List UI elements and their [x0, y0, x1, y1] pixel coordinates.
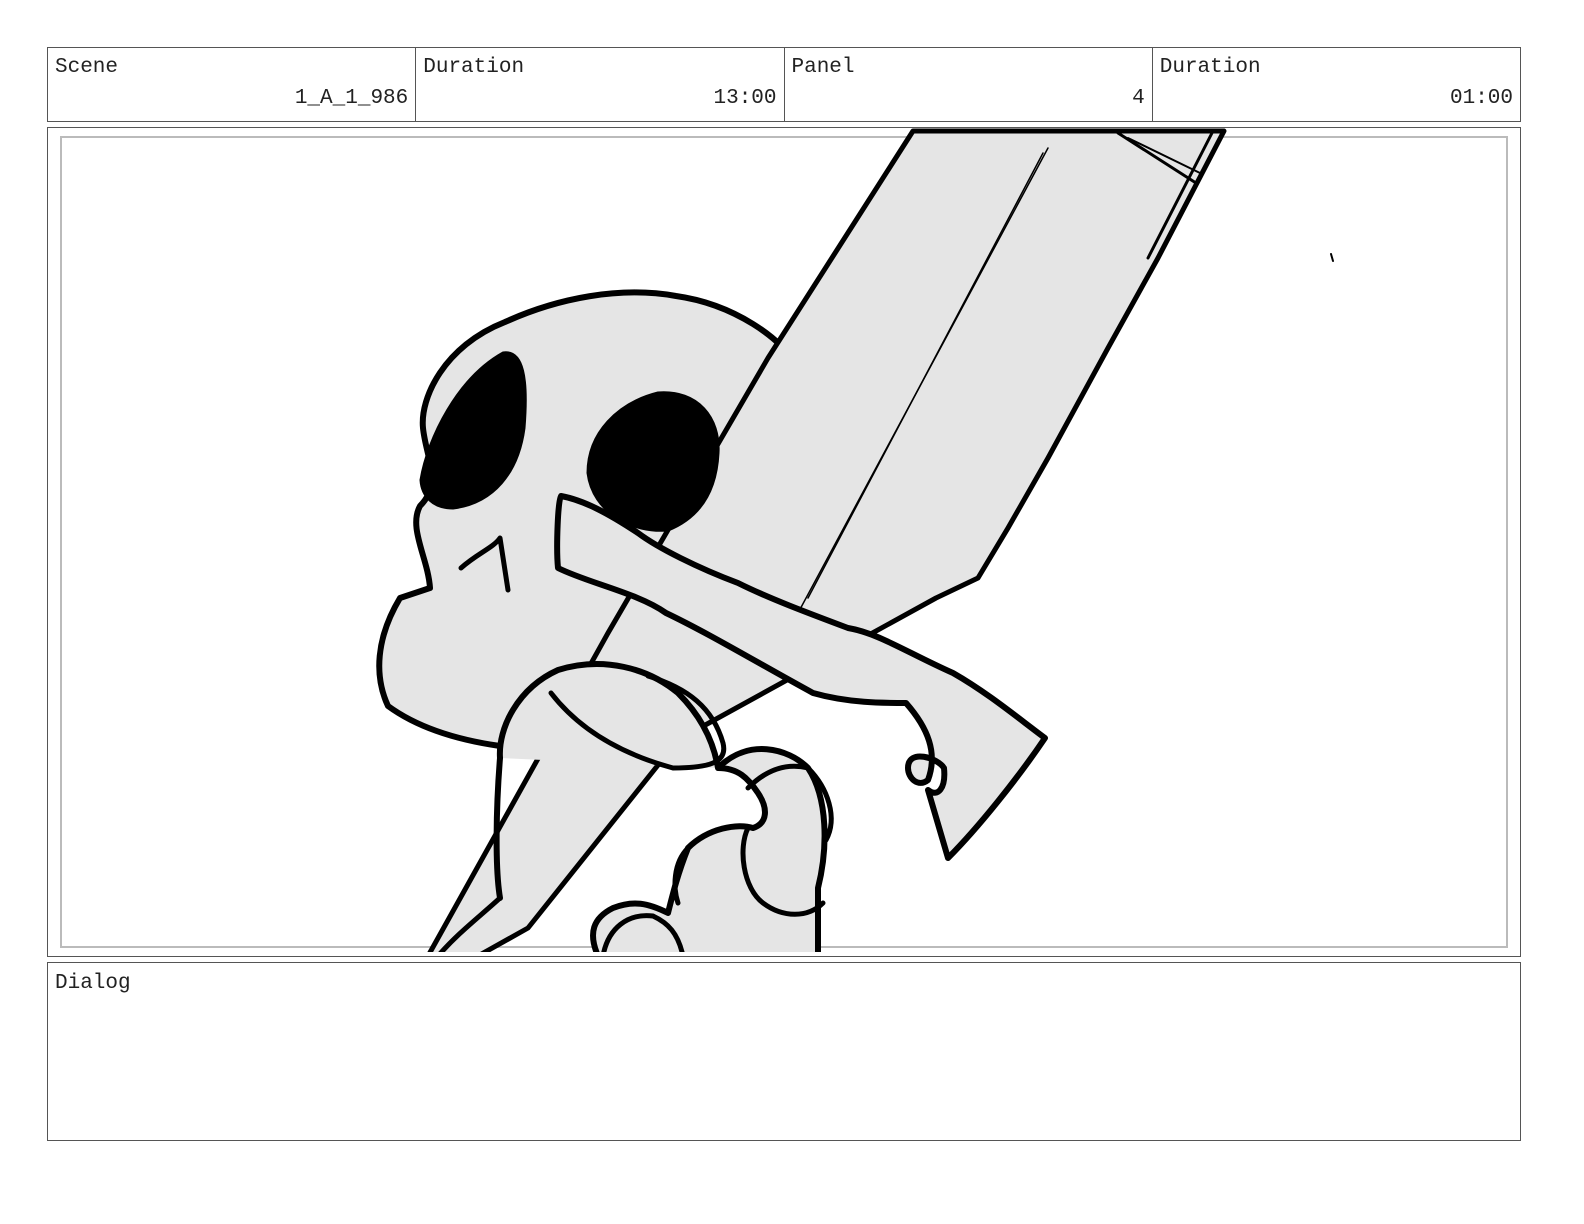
scene-value: 1_A_1_986 [294, 87, 409, 110]
scene-label: Scene [55, 56, 119, 79]
panel-value: 4 [1132, 87, 1145, 110]
skull-holding-sword-sketch-icon [376, 128, 1334, 952]
scene-duration-value: 13:00 [713, 87, 777, 110]
scene-duration-cell: Duration 13:00 [416, 48, 785, 121]
panel-label: Panel [791, 56, 855, 79]
panel-cell: Panel 4 [785, 48, 1153, 121]
scene-duration-label: Duration [423, 56, 525, 79]
dialog-label: Dialog [55, 972, 131, 995]
panel-info-header: Scene 1_A_1_986 Duration 13:00 Panel 4 D… [47, 47, 1521, 122]
panel-duration-value: 01:00 [1449, 87, 1513, 110]
scene-cell: Scene 1_A_1_986 [48, 48, 417, 121]
panel-duration-cell: Duration 01:00 [1153, 48, 1520, 121]
panel-duration-label: Duration [1159, 56, 1261, 79]
storyboard-panel [47, 127, 1521, 957]
dialog-box: Dialog [47, 962, 1521, 1141]
